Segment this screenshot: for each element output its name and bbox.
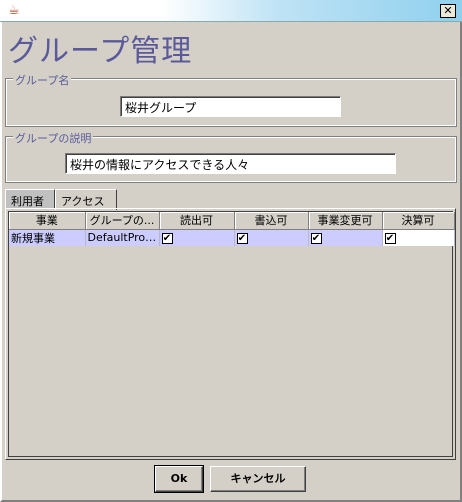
read-checkbox[interactable]: ✔ — [161, 232, 173, 244]
window-titlebar[interactable]: ☕ ✕ — [0, 0, 462, 22]
change-checkbox[interactable]: ✔ — [310, 232, 322, 244]
close-button[interactable]: ✕ — [440, 4, 456, 18]
column-header-group[interactable]: グループの... — [85, 212, 160, 230]
table-row[interactable]: 新規事業 DefaultProj... ✔ ✔ ✔ ✔ — [9, 229, 455, 246]
cell-group[interactable]: DefaultProj... — [85, 229, 160, 246]
java-coffee-icon: ☕ — [8, 3, 20, 18]
cell-change[interactable]: ✔ — [308, 229, 383, 246]
cell-business[interactable]: 新規事業 — [9, 229, 86, 246]
access-table: 事業 グループの... 読出可 書込可 事業変更可 決算可 新規事業 Defau… — [9, 212, 455, 246]
cancel-button[interactable]: キャンセル — [210, 466, 306, 492]
column-header-change[interactable]: 事業変更可 — [308, 212, 383, 230]
group-description-legend: グループの説明 — [13, 130, 94, 146]
settle-checkbox[interactable]: ✔ — [384, 232, 396, 244]
group-description-field[interactable]: 桜井の情報にアクセスできる人々 — [65, 153, 396, 174]
cell-write[interactable]: ✔ — [234, 229, 309, 246]
group-description-box: グループの説明 桜井の情報にアクセスできる人々 — [5, 130, 457, 183]
access-table-viewport[interactable]: 事業 グループの... 読出可 書込可 事業変更可 決算可 新規事業 Defau… — [8, 211, 455, 457]
page-title: グループ管理 — [8, 34, 193, 69]
access-tab-panel: 事業 グループの... 読出可 書込可 事業変更可 決算可 新規事業 Defau… — [5, 208, 456, 460]
write-checkbox[interactable]: ✔ — [236, 232, 248, 244]
column-header-settle[interactable]: 決算可 — [382, 212, 455, 230]
table-header-row: 事業 グループの... 読出可 書込可 事業変更可 決算可 — [9, 212, 455, 230]
tab-users[interactable]: 利用者 — [5, 189, 55, 209]
column-header-business[interactable]: 事業 — [9, 212, 86, 230]
group-name-field[interactable]: 桜井グループ — [120, 96, 341, 117]
group-name-box: グループ名 桜井グループ — [5, 72, 457, 127]
cell-read[interactable]: ✔ — [159, 229, 235, 246]
cell-settle[interactable]: ✔ — [382, 229, 455, 246]
column-header-write[interactable]: 書込可 — [234, 212, 309, 230]
ok-button[interactable]: Ok — [155, 466, 203, 492]
group-name-legend: グループ名 — [13, 72, 72, 88]
tab-access[interactable]: アクセス — [55, 189, 117, 210]
column-header-read[interactable]: 読出可 — [159, 212, 235, 230]
